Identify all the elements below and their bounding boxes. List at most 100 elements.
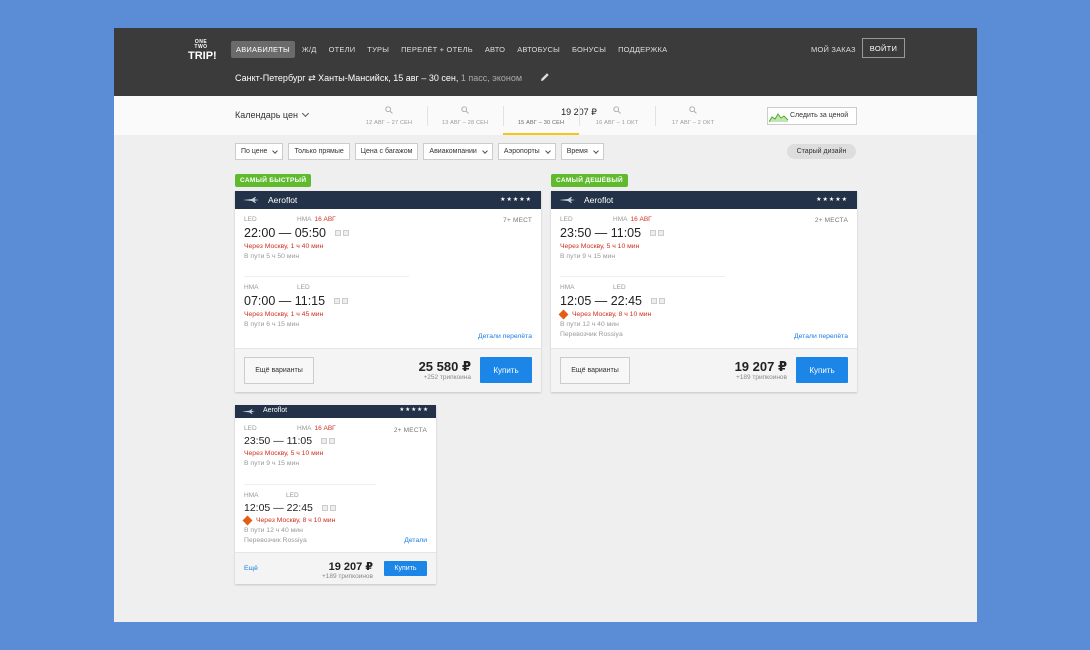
buy-button[interactable]: Купить [480,357,532,383]
return-segment: HMA LED 12:05 — 22:45 Через Москву, 8 ч 1… [558,284,666,338]
more-options-button[interactable]: Ещё варианты [244,357,314,384]
calendar-cell-selected[interactable]: 19 207 ₽ 15 АВГ – 30 СЕН [503,100,597,135]
baggage-icon [650,230,665,236]
calendar-dates: 17 АВГ – 2 ОКТ [671,120,715,126]
calendar-cell[interactable]: 13 АВГ – 28 СЕН [427,100,503,135]
filter-price-with-baggage[interactable]: Цена с багажом [354,143,419,160]
arrival-code: HMA [613,216,628,223]
departure-code: HMA [244,492,259,499]
warning-icon [242,515,253,526]
layover-info: Через Москву, 1 ч 45 мин [244,311,324,318]
filter-label: Цена с багажом [360,148,413,155]
arrival-code: HMA [297,425,312,432]
nav-item-avia[interactable]: АВИАБИЛЕТЫ [231,41,295,58]
chevron-down-icon [301,109,310,118]
calendar-dates: 16 АВГ – 1 ОКТ [595,120,639,126]
departure-code: LED [244,216,257,223]
tripcoins-bonus: +252 трипкоина [423,374,471,381]
baggage-icon [335,230,350,236]
nav-item-rail[interactable]: Ж/Д [297,41,322,58]
flight-card: Aeroflot ★★★★★ 2+ МЕСТА LED HMA 16 АВГ 23:… [551,191,857,392]
filter-label: Только прямые [294,148,344,155]
ticket-price: 19 207 ₽ [328,561,373,573]
filter-airlines[interactable]: Авиакомпании [423,143,493,160]
flight-details-link[interactable]: Детали [404,537,427,544]
layover-text: Через Москву, 8 ч 10 мин [572,311,652,318]
ticket-price: 19 207 ₽ [734,359,787,374]
calendar-cell[interactable]: 17 АВГ – 2 ОКТ [655,100,731,135]
filter-airports[interactable]: Аэропорты [497,143,556,160]
filter-sort-price[interactable]: По цене [235,143,284,160]
more-options-link[interactable]: Ещё [244,565,258,572]
layover-info: Через Москву, 8 ч 10 мин [242,515,336,526]
chevron-down-icon [482,147,488,154]
arrival-date: 16 АВГ [314,425,336,432]
top-bar: ONE TWO TRIP! АВИАБИЛЕТЫ Ж/Д ОТЕЛИ ТУРЫ … [114,28,977,96]
search-icon [689,106,697,114]
search-icon [461,106,469,114]
nav-item-flight-hotel[interactable]: ПЕРЕЛЁТ + ОТЕЛЬ [396,41,478,58]
filter-direct-only[interactable]: Только прямые [288,143,350,160]
flight-card: Aeroflot ★★★★★ 7+ МЕСТ LED HMA 16 АВГ 22:0… [235,191,541,392]
card-header: Aeroflot ★★★★★ [551,191,857,209]
rating-stars: ★★★★★ [816,197,848,203]
calendar-cell[interactable]: 12 АВГ – 27 СЕН [351,100,427,135]
search-passengers: 1 пасс, эконом [458,73,523,83]
nav-item-auto[interactable]: АВТО [480,41,510,58]
nav-item-hotels[interactable]: ОТЕЛИ [324,41,361,58]
calendar-cell[interactable]: 16 АВГ – 1 ОКТ [579,100,655,135]
buy-button[interactable]: Купить [796,357,848,383]
flight-times: 22:00 — 05:50 [244,226,327,240]
arrival-date: 16 АВГ [314,216,336,223]
departure-code: HMA [560,284,575,291]
search-icon [613,106,621,114]
travel-duration: В пути 12 ч 40 мин [560,321,619,328]
aeroflot-logo-icon [559,197,575,203]
layover-text: Через Москву, 8 ч 10 мин [256,517,336,524]
search-summary[interactable]: Санкт-Петербург ⇄ Ханты-Мансийск, 15 авг… [235,73,522,84]
return-segment: HMA LED 07:00 — 11:15 Через Москву, 1 ч 4… [244,284,349,328]
travel-duration: В пути 9 ч 15 мин [560,253,616,260]
flight-card-compact: Aeroflot ★★★★★ 2+ МЕСТА LED HMA 16 АВГ 23:… [235,405,436,584]
airline-name: Aeroflot [584,195,614,205]
login-button[interactable]: ВОЙТИ [862,38,905,58]
logo[interactable]: ONE TWO TRIP! [188,40,217,62]
price-calendar-toggle[interactable]: Календарь цен [235,109,310,120]
filter-label: Авиакомпании [429,148,477,155]
arrival-code: LED [613,284,626,291]
my-order-link[interactable]: МОЙ ЗАКАЗ [811,45,856,54]
flight-details-link[interactable]: Детали перелёта [794,333,848,340]
airline-name: Aeroflot [263,407,288,414]
calendar-dates: 12 АВГ – 27 СЕН [365,120,413,126]
track-price-button[interactable]: Следить за ценой [767,107,857,125]
layover-info: Через Москву, 1 ч 40 мин [244,243,324,250]
filter-label: Время [566,148,588,155]
warning-icon [558,309,569,320]
tripcoins-bonus: +189 трипкоинов [321,573,373,580]
flight-times: 12:05 — 22:45 [244,502,313,514]
flight-times: 23:50 — 11:05 [244,435,313,447]
old-design-button[interactable]: Старый дизайн [787,144,856,159]
layover-info: Через Москву, 5 ч 10 мин [560,243,640,250]
ticket-price: 25 580 ₽ [418,359,471,374]
fastest-badge: САМЫЙ БЫСТРЫЙ [235,174,312,187]
carrier-name: Перевозчик Rossiya [244,537,307,544]
nav-item-buses[interactable]: АВТОБУСЫ [512,41,565,58]
filter-time[interactable]: Время [560,143,604,160]
baggage-icon [321,505,336,511]
flight-times: 12:05 — 22:45 [560,294,643,308]
nav-item-bonuses[interactable]: БОНУСЫ [567,41,611,58]
aeroflot-logo-icon [242,409,255,414]
more-options-button[interactable]: Ещё варианты [560,357,630,384]
chevron-down-icon [544,147,551,154]
card-footer: Ещё варианты 25 580 ₽ +252 трипкоина Куп… [235,348,541,392]
search-route: Санкт-Петербург ⇄ Ханты-Мансийск, 15 авг… [235,73,459,83]
nav-item-support[interactable]: ПОДДЕРЖКА [613,41,672,58]
buy-button[interactable]: Купить [384,561,427,576]
flight-details-link[interactable]: Детали перелёта [478,333,532,340]
arrival-code: LED [286,492,299,499]
divider [244,484,376,485]
nav-item-tours[interactable]: ТУРЫ [362,41,394,58]
divider [244,276,409,277]
pencil-icon[interactable] [540,72,550,82]
